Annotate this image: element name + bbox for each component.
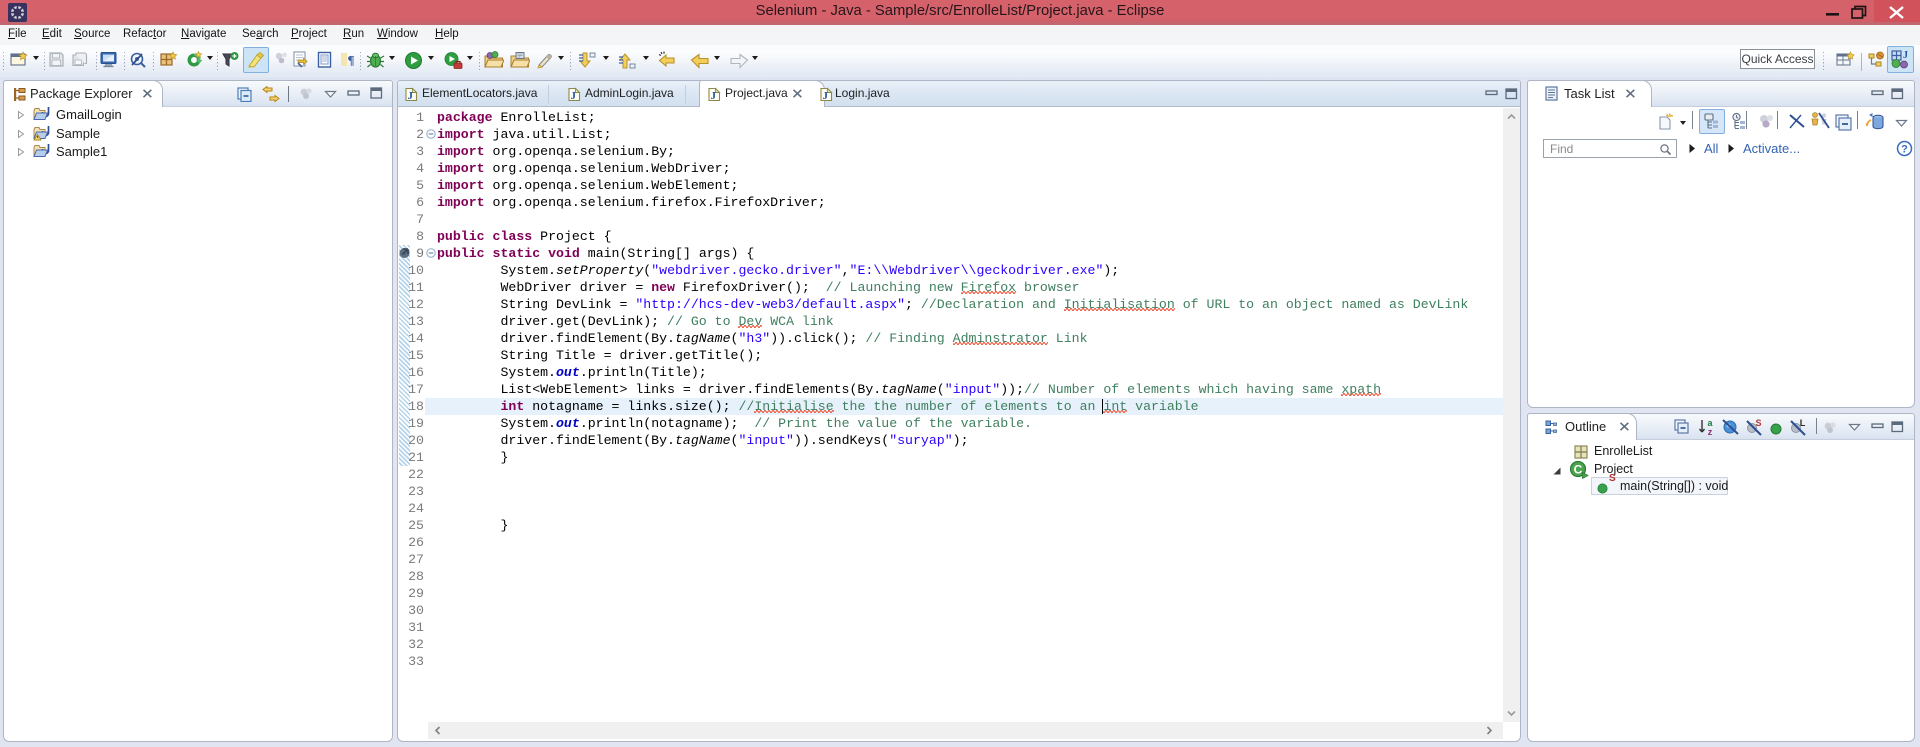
svg-text:?: ?	[1901, 144, 1908, 156]
svg-text:J: J	[408, 90, 414, 102]
svg-text:J: J	[711, 90, 717, 102]
svg-text:L: L	[1800, 418, 1806, 428]
svg-text:z: z	[1708, 427, 1713, 436]
svg-text:S: S	[1755, 418, 1761, 428]
svg-text:¶: ¶	[347, 53, 354, 68]
svg-text:J: J	[823, 90, 829, 102]
svg-text:J: J	[1903, 50, 1908, 61]
svg-text:C: C	[1574, 463, 1583, 477]
svg-text:J: J	[571, 90, 577, 102]
